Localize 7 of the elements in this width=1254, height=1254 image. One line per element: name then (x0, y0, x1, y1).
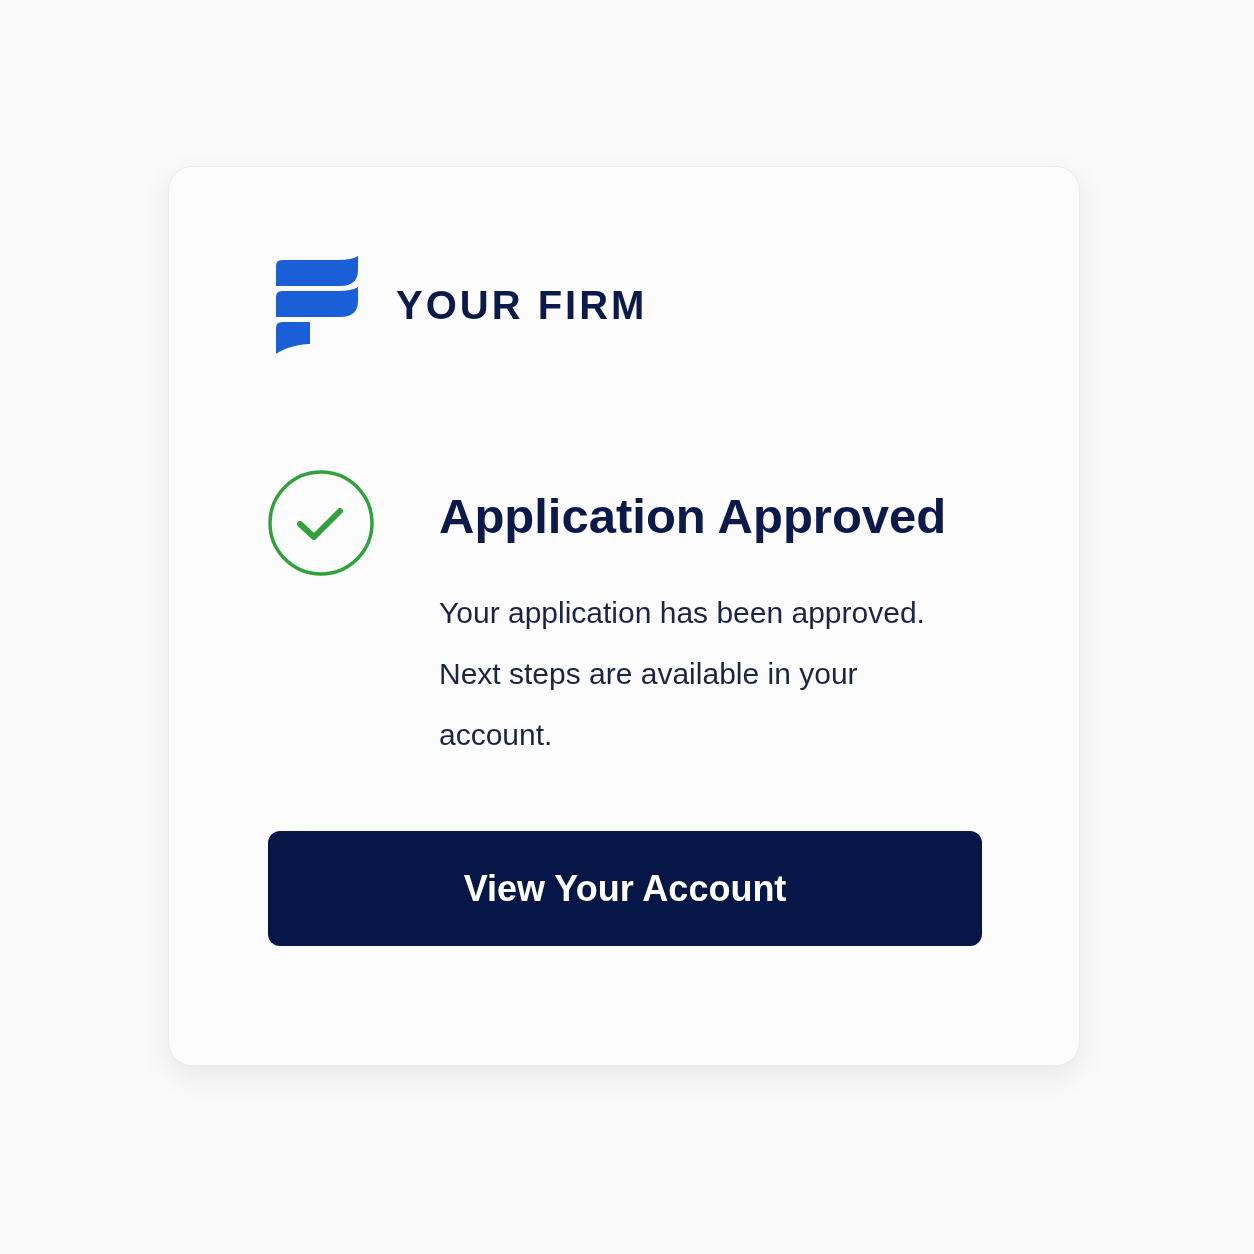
status-message: Next steps are available in your account. (439, 656, 859, 753)
logo-icon (276, 256, 358, 354)
logo-wordmark: YOUR FIRM (396, 285, 648, 325)
status-message: Your application has been approved. (439, 595, 926, 631)
view-account-button[interactable]: View Your Account (268, 831, 982, 946)
check-circle-icon (268, 470, 374, 576)
status-title: Application Approved (439, 489, 947, 544)
